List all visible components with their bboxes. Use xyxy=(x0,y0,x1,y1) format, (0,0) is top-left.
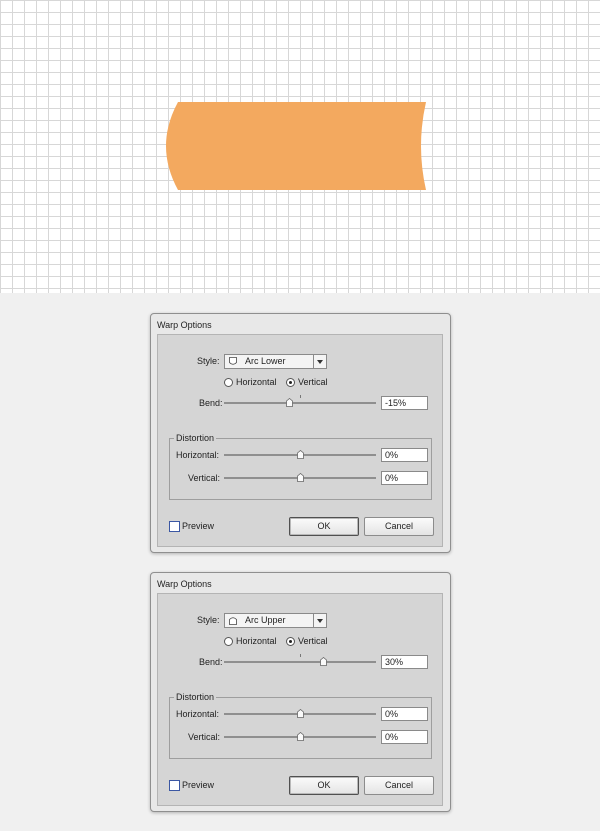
preview-checkbox[interactable] xyxy=(169,780,180,791)
distortion-vertical-label: Vertical: xyxy=(188,473,221,483)
bend-input[interactable]: -15% xyxy=(381,396,428,410)
style-label: Style: xyxy=(197,356,220,366)
dialog-title: Warp Options xyxy=(157,579,212,589)
bend-slider-center-tick xyxy=(300,395,301,398)
distortion-vertical-label: Vertical: xyxy=(188,732,221,742)
horizontal-radio[interactable] xyxy=(224,378,233,387)
bend-input[interactable]: 30% xyxy=(381,655,428,669)
distortion-horizontal-slider[interactable] xyxy=(224,450,376,461)
distortion-horizontal-thumb[interactable] xyxy=(297,709,304,718)
warp-options-dialog: Warp Options Style: Arc Lower Horizontal… xyxy=(150,313,451,553)
bend-label: Bend: xyxy=(199,398,223,408)
horizontal-radio-label: Horizontal xyxy=(236,377,277,387)
preview-label: Preview xyxy=(182,780,215,790)
style-dropdown[interactable]: Arc Upper xyxy=(224,613,327,628)
horizontal-radio-label: Horizontal xyxy=(236,636,277,646)
warp-options-panel: Style: Arc Lower Horizontal Vertical Ben… xyxy=(157,334,443,547)
distortion-group-label: Distortion xyxy=(174,433,217,443)
bend-slider[interactable] xyxy=(224,654,376,668)
style-dropdown[interactable]: Arc Lower xyxy=(224,354,327,369)
distortion-vertical-input[interactable]: 0% xyxy=(381,471,428,485)
ok-button[interactable]: OK xyxy=(289,517,359,536)
ok-button[interactable]: OK xyxy=(289,776,359,795)
bend-slider-track xyxy=(224,402,376,404)
artboard-shape-layer xyxy=(166,102,426,190)
bend-slider-thumb[interactable] xyxy=(319,657,327,666)
horizontal-radio[interactable] xyxy=(224,637,233,646)
vertical-radio-label: Vertical xyxy=(298,636,328,646)
chevron-down-icon[interactable] xyxy=(313,355,326,368)
distortion-vertical-thumb[interactable] xyxy=(297,732,304,741)
cancel-button[interactable]: Cancel xyxy=(364,776,434,795)
distortion-vertical-thumb[interactable] xyxy=(297,473,304,482)
vertical-radio[interactable] xyxy=(286,378,295,387)
distortion-horizontal-input[interactable]: 0% xyxy=(381,448,428,462)
style-dropdown-value: Arc Lower xyxy=(245,356,286,366)
preview-checkbox[interactable] xyxy=(169,521,180,532)
distortion-group-label: Distortion xyxy=(174,692,217,702)
vertical-radio-label: Vertical xyxy=(298,377,328,387)
distortion-vertical-slider[interactable] xyxy=(224,473,376,484)
distortion-group: Distortion Horizontal: 0% Vertical: 0% xyxy=(169,692,432,759)
distortion-horizontal-thumb[interactable] xyxy=(297,450,304,459)
distortion-vertical-slider[interactable] xyxy=(224,732,376,743)
distortion-vertical-input[interactable]: 0% xyxy=(381,730,428,744)
distortion-horizontal-slider[interactable] xyxy=(224,709,376,720)
warp-options-panel: Style: Arc Upper Horizontal Vertical Ben… xyxy=(157,593,443,806)
distortion-horizontal-label: Horizontal: xyxy=(176,450,220,460)
distortion-horizontal-label: Horizontal: xyxy=(176,709,220,719)
cancel-button[interactable]: Cancel xyxy=(364,517,434,536)
preview-label: Preview xyxy=(182,521,215,531)
distortion-horizontal-input[interactable]: 0% xyxy=(381,707,428,721)
bend-slider-track xyxy=(224,661,376,663)
bend-slider[interactable] xyxy=(224,395,376,409)
distortion-group: Distortion Horizontal: 0% Vertical: 0% xyxy=(169,433,432,500)
arc-lower-icon xyxy=(229,357,237,365)
style-label: Style: xyxy=(197,615,220,625)
style-dropdown-value: Arc Upper xyxy=(245,615,286,625)
warp-options-dialog: Warp Options Style: Arc Upper Horizontal… xyxy=(150,572,451,812)
bend-label: Bend: xyxy=(199,657,223,667)
artboard-grid xyxy=(0,0,600,293)
warped-rectangle-shape[interactable] xyxy=(166,102,426,190)
bend-slider-thumb[interactable] xyxy=(285,398,293,407)
chevron-down-icon[interactable] xyxy=(313,614,326,627)
dialog-title: Warp Options xyxy=(157,320,212,330)
vertical-radio[interactable] xyxy=(286,637,295,646)
bend-slider-center-tick xyxy=(300,654,301,657)
arc-upper-icon xyxy=(229,617,237,625)
